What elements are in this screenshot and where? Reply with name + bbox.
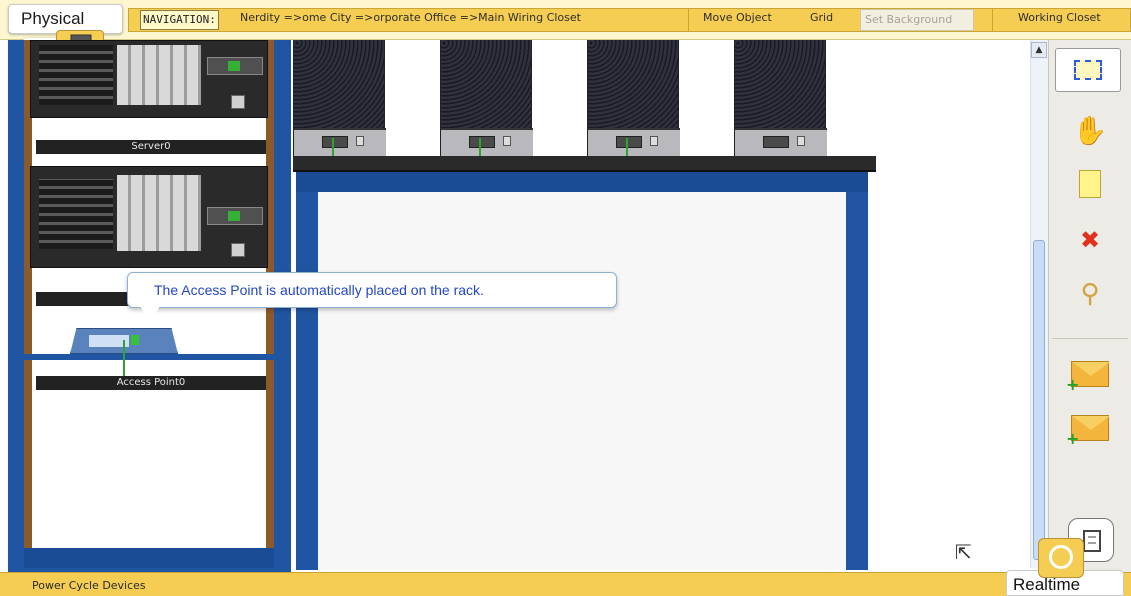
center-rack-interior (318, 192, 846, 570)
scrollbar-thumb[interactable] (1033, 240, 1045, 560)
rack-base (24, 548, 274, 568)
tooltip-pointer (140, 306, 160, 322)
delete-button[interactable]: ✖ (1066, 220, 1114, 260)
mouse-cursor-icon: ⇱ (955, 540, 972, 564)
server0-label: Server0 (36, 140, 266, 154)
cable (123, 340, 125, 376)
magnifier-icon: ⚲ (1080, 279, 1100, 309)
server-unit[interactable] (440, 40, 533, 156)
bottom-status-bar (0, 572, 1131, 596)
realtime-clock-icon[interactable] (1038, 538, 1084, 578)
divider (992, 9, 993, 31)
navigation-breadcrumb[interactable]: Nerdity =>ome City =>orporate Office =>M… (240, 11, 581, 24)
set-background-button[interactable]: Set Background (860, 9, 974, 31)
server-unit[interactable] (587, 40, 680, 156)
server-device[interactable] (30, 40, 268, 118)
slot-panel (117, 175, 201, 251)
scroll-up-button[interactable]: ▲ (1031, 42, 1047, 58)
divider (688, 9, 689, 31)
tooltip-text: The Access Point is automatically placed… (154, 282, 484, 298)
network-module (207, 207, 263, 225)
server-unit[interactable] (293, 40, 386, 156)
server-unit[interactable] (734, 40, 827, 156)
note-icon (1079, 170, 1101, 198)
physical-mode-label: Physical (21, 9, 85, 28)
tutorial-tooltip: The Access Point is automatically placed… (127, 272, 617, 308)
toolbar-divider (1052, 338, 1128, 339)
inspect-button[interactable]: ⚲ (1066, 274, 1114, 314)
port-panel (39, 179, 113, 249)
move-layout-button[interactable]: ✋ (1066, 110, 1114, 150)
grid-button[interactable]: Grid (810, 11, 833, 24)
select-tool-button[interactable] (1055, 48, 1121, 92)
shelf-bar (293, 156, 876, 172)
simple-pdu-envelope-icon: + (1066, 361, 1110, 393)
add-simple-pdu-button[interactable]: + (1066, 354, 1114, 394)
status-led (131, 335, 139, 345)
realtime-label: Realtime (1013, 575, 1081, 594)
power-cycle-devices-button[interactable]: Power Cycle Devices (32, 579, 146, 592)
switch-device[interactable] (30, 166, 268, 268)
delete-icon: ✖ (1079, 226, 1101, 254)
port-panel (39, 45, 113, 105)
move-object-button[interactable]: Move Object (703, 11, 772, 24)
packet-tracer-physical-workspace: NAVIGATION: Nerdity =>ome City =>orporat… (0, 0, 1131, 596)
power-switch[interactable] (231, 243, 245, 257)
center-rack-top (296, 172, 868, 192)
complex-pdu-envelope-icon: + (1066, 415, 1110, 447)
navigation-label: NAVIGATION: (140, 10, 219, 30)
power-switch[interactable] (231, 95, 245, 109)
current-location-button[interactable]: Working Closet (1018, 11, 1101, 24)
select-icon (1074, 60, 1102, 80)
slot-panel (117, 45, 201, 105)
hand-icon: ✋ (1072, 113, 1108, 147)
rack-shelf (24, 354, 274, 360)
add-complex-pdu-button[interactable]: + (1066, 408, 1114, 448)
place-note-button[interactable] (1066, 164, 1114, 204)
network-module (207, 57, 263, 75)
access-point0-label: Access Point0 (36, 376, 266, 390)
